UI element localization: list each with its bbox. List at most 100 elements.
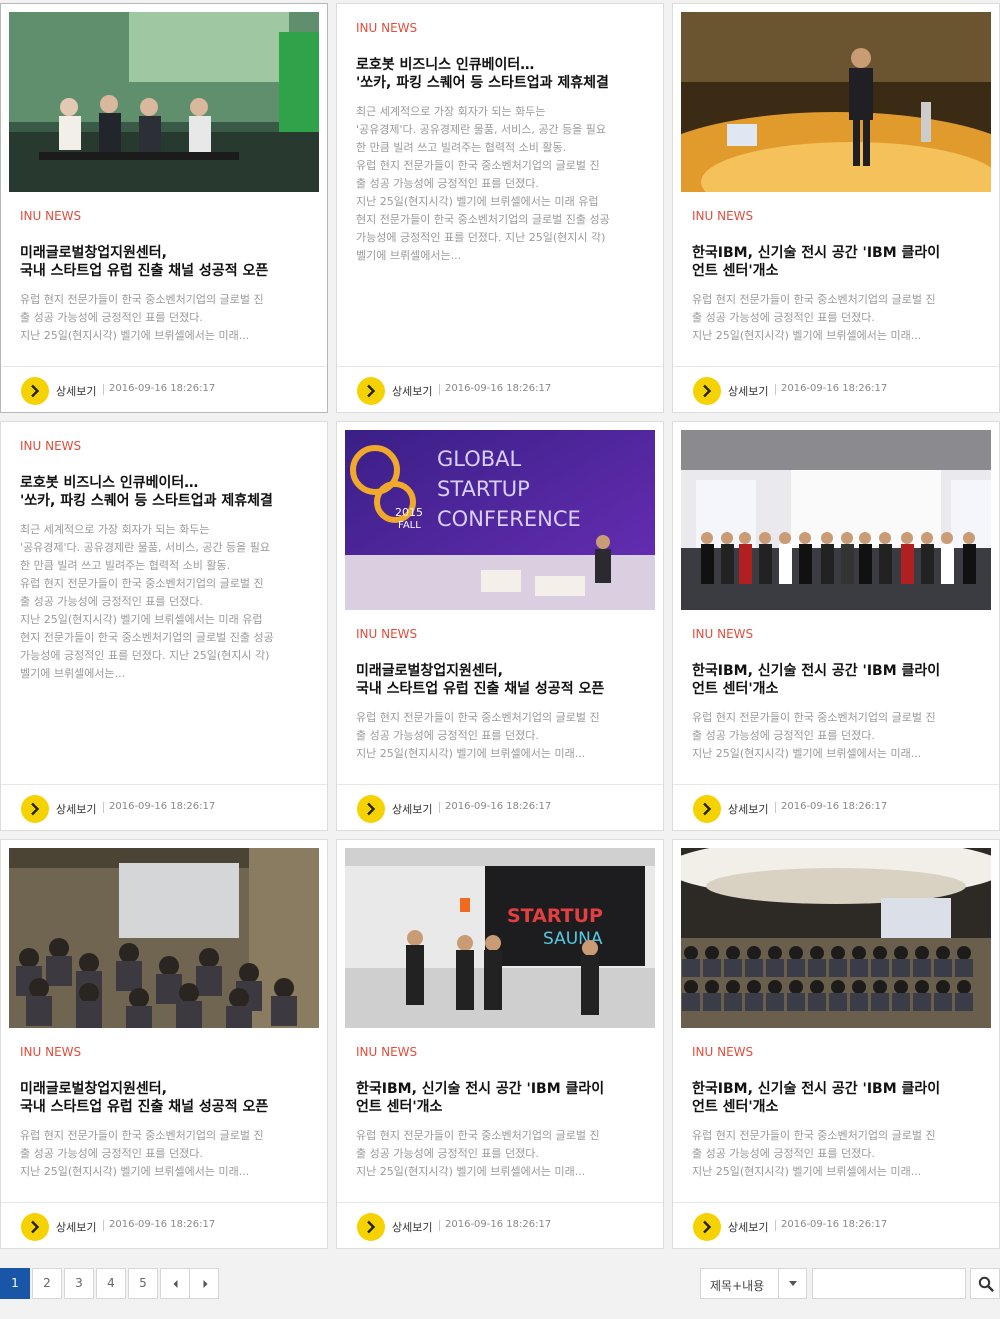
more-button[interactable] xyxy=(357,377,385,405)
prev-page-button[interactable] xyxy=(160,1268,190,1299)
svg-text:STARTUP: STARTUP xyxy=(437,477,530,501)
news-card[interactable]: INU NEWS 로호봇 비즈니스 인큐베이터… '쏘카, 파킹 스퀘어 등 스타트… xyxy=(0,421,328,831)
news-thumbnail[interactable] xyxy=(681,848,991,1028)
card-footer: 상세보기 2016-09-16 18:26:17 xyxy=(337,366,663,412)
news-title-line: 로호봇 비즈니스 인큐베이터… xyxy=(20,475,199,491)
chevron-right-icon xyxy=(703,384,712,398)
news-summary-line: 지난 25일(현지시각) 벨기에 브뤼셀에서는 미래... xyxy=(692,747,922,760)
news-summary-line: 지난 25일(현지시각) 벨기에 브뤼셀에서는 미래... xyxy=(20,329,250,342)
news-title-line: 한국IBM, 신기술 전시 공간 'IBM 클라이 xyxy=(692,1081,941,1097)
chevron-right-icon xyxy=(703,1220,712,1234)
news-summary-line: 출 성공 가능성에 긍정적인 표를 던졌다. xyxy=(692,311,875,324)
news-title[interactable]: 미래글로벌창업지원센터, 국내 스타트업 유럽 진출 채널 성공적 오픈 xyxy=(20,244,315,280)
news-title-line: 국내 스타트업 유럽 진출 채널 성공적 오픈 xyxy=(20,263,269,279)
news-summary-line: 지난 25일(현지시각) 벨기에 브뤼셀에서는 미래 유럽 xyxy=(20,613,263,626)
search-button[interactable] xyxy=(970,1268,1000,1299)
more-button[interactable] xyxy=(357,1213,385,1241)
caret-down-icon xyxy=(789,1281,797,1286)
more-link[interactable]: 상세보기 xyxy=(728,1219,768,1235)
more-button[interactable] xyxy=(693,1213,721,1241)
svg-text:CONFERENCE: CONFERENCE xyxy=(437,507,581,531)
news-title[interactable]: 한국IBM, 신기술 전시 공간 'IBM 클라이 언트 센터'개소 xyxy=(692,244,987,280)
page-3-button[interactable]: 3 xyxy=(64,1268,94,1299)
news-title[interactable]: 한국IBM, 신기술 전시 공간 'IBM 클라이 언트 센터'개소 xyxy=(692,662,987,698)
chevron-right-icon xyxy=(367,802,376,816)
post-date: 2016-09-16 18:26:17 xyxy=(109,801,216,812)
news-card[interactable]: INU NEWS 로호봇 비즈니스 인큐베이터… '쏘카, 파킹 스퀘어 등 스타트… xyxy=(336,3,664,413)
news-summary-line: 지난 25일(현지시각) 벨기에 브뤼셀에서는 미래... xyxy=(356,747,586,760)
news-summary-line: 지난 25일(현지시각) 벨기에 브뤼셀에서는 미래... xyxy=(20,1165,250,1178)
search-scope-select[interactable]: 제목+내용 xyxy=(700,1268,807,1299)
news-title-line: 로호봇 비즈니스 인큐베이터… xyxy=(356,57,535,73)
news-summary-line: 유럽 현지 전문가들이 한국 중소벤처기업의 글로벌 진 xyxy=(692,1129,936,1142)
news-title[interactable]: 미래글로벌창업지원센터, 국내 스타트업 유럽 진출 채널 성공적 오픈 xyxy=(356,662,651,698)
divider xyxy=(439,384,440,395)
more-link[interactable]: 상세보기 xyxy=(56,1219,96,1235)
search-input[interactable] xyxy=(812,1268,966,1299)
more-link[interactable]: 상세보기 xyxy=(392,383,432,399)
news-title[interactable]: 로호봇 비즈니스 인큐베이터… '쏘카, 파킹 스퀘어 등 스타트업과 제휴체결 xyxy=(20,474,315,510)
chevron-right-icon xyxy=(31,802,40,816)
news-summary: 최근 세계적으로 가장 회자가 되는 화두는 '공유경제'다. 공유경제란 물품,… xyxy=(20,521,312,683)
news-summary: 유럽 현지 전문가들이 한국 중소벤처기업의 글로벌 진출 성공 가능성에 긍정… xyxy=(356,709,648,763)
news-card[interactable]: INU NEWS 미래글로벌창업지원센터, 국내 스타트업 유럽 진출 채널 성공적… xyxy=(0,839,328,1249)
more-link[interactable]: 상세보기 xyxy=(728,383,768,399)
more-button[interactable] xyxy=(21,1213,49,1241)
news-title[interactable]: 로호봇 비즈니스 인큐베이터… '쏘카, 파킹 스퀘어 등 스타트업과 제휴체결 xyxy=(356,56,651,92)
more-link[interactable]: 상세보기 xyxy=(392,1219,432,1235)
news-title[interactable]: 미래글로벌창업지원센터, 국내 스타트업 유럽 진출 채널 성공적 오픈 xyxy=(20,1080,315,1116)
news-title[interactable]: 한국IBM, 신기술 전시 공간 'IBM 클라이 언트 센터'개소 xyxy=(356,1080,651,1116)
news-summary-line: 지난 25일(현지시각) 벨기에 브뤼셀에서는 미래... xyxy=(356,1165,586,1178)
news-title-line: 언트 센터'개소 xyxy=(692,1099,779,1115)
dropdown-arrow[interactable] xyxy=(778,1269,806,1298)
more-button[interactable] xyxy=(357,795,385,823)
news-card[interactable]: GLOBAL STARTUP CONFERENCE 2015 FALL INU … xyxy=(336,421,664,831)
post-date: 2016-09-16 18:26:17 xyxy=(445,383,552,394)
more-button[interactable] xyxy=(21,377,49,405)
news-summary-line: 유럽 현지 전문가들이 한국 중소벤처기업의 글로벌 진 xyxy=(20,577,264,590)
card-footer: 상세보기 2016-09-16 18:26:17 xyxy=(673,1202,999,1248)
news-summary-line: 최근 세계적으로 가장 회자가 되는 화두는 xyxy=(356,105,546,118)
news-summary-line: 지난 25일(현지시각) 벨기에 브뤼셀에서는 미래 유럽 xyxy=(356,195,599,208)
more-button[interactable] xyxy=(21,795,49,823)
more-button[interactable] xyxy=(693,377,721,405)
news-summary-line: 한 만큼 빌려 쓰고 빌려주는 협력적 소비 활동. xyxy=(20,559,231,572)
news-title-line: 미래글로벌창업지원센터, xyxy=(20,1081,167,1097)
news-thumbnail[interactable] xyxy=(9,848,319,1028)
news-summary-line: 출 성공 가능성에 긍정적인 표를 던졌다. xyxy=(356,729,539,742)
news-card[interactable]: INU NEWS 미래글로벌창업지원센터, 국내 스타트업 유럽 진출 채널 성공적… xyxy=(0,3,328,413)
news-summary-line: 유럽 현지 전문가들이 한국 중소벤처기업의 글로벌 진 xyxy=(356,1129,600,1142)
page-1-button[interactable]: 1 xyxy=(0,1268,30,1299)
news-title-line: 한국IBM, 신기술 전시 공간 'IBM 클라이 xyxy=(692,663,941,679)
news-card[interactable]: INU NEWS 한국IBM, 신기술 전시 공간 'IBM 클라이 언트 센터'개… xyxy=(672,3,1000,413)
page-2-button[interactable]: 2 xyxy=(32,1268,62,1299)
more-link[interactable]: 상세보기 xyxy=(728,801,768,817)
more-link[interactable]: 상세보기 xyxy=(56,383,96,399)
card-footer: 상세보기 2016-09-16 18:26:17 xyxy=(1,1202,327,1248)
news-thumbnail[interactable]: STARTUP SAUNA xyxy=(345,848,655,1028)
news-thumbnail[interactable] xyxy=(681,430,991,610)
news-summary-line: 유럽 현지 전문가들이 한국 중소벤처기업의 글로벌 진 xyxy=(356,159,600,172)
more-link[interactable]: 상세보기 xyxy=(56,801,96,817)
page-4-button[interactable]: 4 xyxy=(96,1268,126,1299)
news-summary-line: 유럽 현지 전문가들이 한국 중소벤처기업의 글로벌 진 xyxy=(356,711,600,724)
news-title[interactable]: 한국IBM, 신기술 전시 공간 'IBM 클라이언트 센터'개소 xyxy=(692,1080,987,1116)
more-link[interactable]: 상세보기 xyxy=(392,801,432,817)
chevron-right-icon xyxy=(31,1220,40,1234)
news-summary-line: 벨기에 브뤼셀에서는... xyxy=(356,249,462,262)
news-thumbnail[interactable] xyxy=(9,12,319,192)
news-summary-line: 출 성공 가능성에 긍정적인 표를 던졌다. xyxy=(692,729,875,742)
page-5-button[interactable]: 5 xyxy=(128,1268,158,1299)
news-summary-line: '공유경제'다. 공유경제란 물품, 서비스, 공간 등을 필요 xyxy=(20,541,271,554)
news-card[interactable]: INU NEWS 한국IBM, 신기술 전시 공간 'IBM 클라이 언트 센터'개… xyxy=(672,839,1000,1249)
news-summary: 유럽 현지 전문가들이 한국 중소벤처기업의 글로벌 진출 성공 가능성에 긍정… xyxy=(20,291,312,345)
search-icon xyxy=(978,1276,994,1292)
news-card[interactable]: INU NEWS 한국IBM, 신기술 전시 공간 'IBM 클라이 언트 센터'개… xyxy=(672,421,1000,831)
news-thumbnail[interactable] xyxy=(681,12,991,192)
more-button[interactable] xyxy=(693,795,721,823)
news-thumbnail[interactable]: GLOBAL STARTUP CONFERENCE 2015 FALL xyxy=(345,430,655,610)
news-summary-line: 유럽 현지 전문가들이 한국 중소벤처기업의 글로벌 진 xyxy=(692,711,936,724)
news-card[interactable]: STARTUP SAUNA INU NEWS 한국IBM, 신기술 전시 공간 '… xyxy=(336,839,664,1249)
next-page-button[interactable] xyxy=(189,1268,219,1299)
news-title-line: 언트 센터'개소 xyxy=(356,1099,443,1115)
